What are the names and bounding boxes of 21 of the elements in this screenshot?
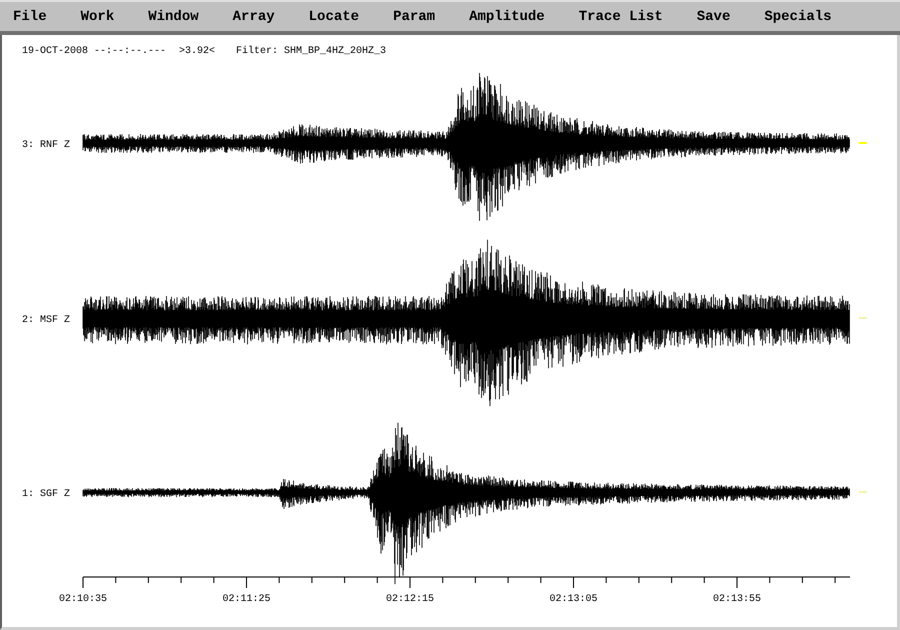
trace-label: 3: RNF Z (22, 140, 70, 151)
menu-item[interactable]: Locate (308, 8, 360, 24)
trace-label: 2: MSF Z (22, 315, 70, 326)
filter-label: Filter: SHM_BP_4HZ_20HZ_3 (236, 46, 386, 57)
menu-item[interactable]: Work (80, 8, 114, 24)
menu-item[interactable]: Trace List (578, 8, 663, 24)
time-tick-label: 02:13:05 (550, 594, 598, 605)
time-tick-label: 02:11:25 (222, 594, 270, 605)
date-label: 19-OCT-2008 --:--:--.--- (22, 46, 166, 57)
menu-item[interactable]: Window (148, 8, 199, 24)
time-tick-label: 02:12:15 (386, 594, 434, 605)
menu-item[interactable]: Save (696, 8, 730, 24)
time-tick-label: 02:10:35 (59, 594, 107, 605)
time-tick-label: 02:13:55 (713, 594, 761, 605)
menu-item[interactable]: Amplitude (469, 8, 545, 24)
menu-item[interactable]: Array (232, 8, 275, 24)
menu-item[interactable]: Specials (764, 8, 832, 24)
amplitude-scale-label: >3.92< (179, 46, 216, 57)
menu-item[interactable]: Param (393, 8, 436, 24)
menu-item[interactable]: File (13, 8, 47, 24)
trace-label: 1: SGF Z (22, 489, 70, 500)
